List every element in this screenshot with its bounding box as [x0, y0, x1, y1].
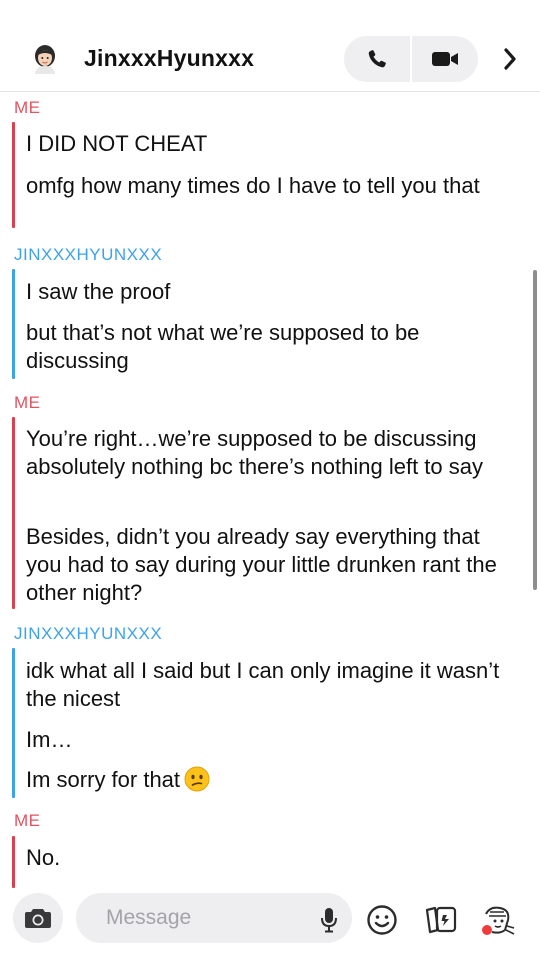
video-camera-icon	[432, 52, 458, 66]
sender-label: ME	[14, 811, 41, 830]
message-text[interactable]: but that’s not what we’re supposed to be…	[26, 319, 506, 375]
video-call-button[interactable]	[412, 36, 478, 82]
sender-bar	[12, 122, 15, 228]
message-text: Im sorry for that	[26, 767, 181, 792]
message-text[interactable]: omfg how many times do I have to tell yo…	[26, 172, 506, 200]
composer-bar	[0, 888, 540, 960]
microphone-button[interactable]	[318, 906, 340, 934]
phone-icon	[368, 50, 386, 68]
sender-bar	[12, 648, 15, 798]
message-text[interactable]: Besides, didn’t you already say everythi…	[26, 523, 506, 607]
sender-bar	[12, 269, 15, 379]
chat-header: JinxxxHyunxxx	[0, 0, 540, 92]
more-button[interactable]	[494, 40, 526, 78]
sticker-button[interactable]	[424, 904, 457, 936]
bitmoji-icon	[482, 906, 515, 935]
sticker-icon	[425, 906, 457, 934]
camera-icon	[25, 909, 51, 928]
camera-button[interactable]	[13, 893, 63, 943]
contact-name[interactable]: JinxxxHyunxxx	[84, 45, 254, 72]
message-text[interactable]: No.	[26, 844, 506, 872]
chevron-right-icon	[504, 48, 516, 70]
sender-bar	[12, 836, 15, 888]
message-input[interactable]	[76, 893, 352, 943]
voice-call-button[interactable]	[344, 36, 410, 82]
avatar[interactable]	[30, 44, 60, 74]
message-text[interactable]: Im…	[26, 726, 506, 754]
message-with-emoji[interactable]: Im sorry for that	[26, 766, 506, 794]
scrollbar[interactable]	[533, 270, 537, 590]
sender-bar	[12, 417, 15, 609]
confused-face-emoji	[184, 766, 210, 792]
chat-transcript[interactable]: ME I DID NOT CHEAT omfg how many times d…	[0, 92, 540, 888]
message-text[interactable]: I saw the proof	[26, 278, 506, 306]
microphone-icon	[321, 908, 337, 933]
message-text[interactable]: You’re right…we’re supposed to be discus…	[26, 425, 506, 481]
bitmoji-button[interactable]	[480, 904, 515, 936]
sender-label: JINXXXHYUNXXX	[14, 624, 163, 643]
sender-label: ME	[14, 98, 41, 117]
sender-label: JINXXXHYUNXXX	[14, 245, 163, 264]
message-text[interactable]: I DID NOT CHEAT	[26, 130, 506, 158]
sender-label: ME	[14, 393, 41, 412]
bitmoji-avatar-icon	[35, 45, 55, 74]
message-text[interactable]: idk what all I said but I can only imagi…	[26, 657, 506, 713]
smiley-icon	[367, 905, 397, 935]
emoji-button[interactable]	[366, 904, 398, 936]
